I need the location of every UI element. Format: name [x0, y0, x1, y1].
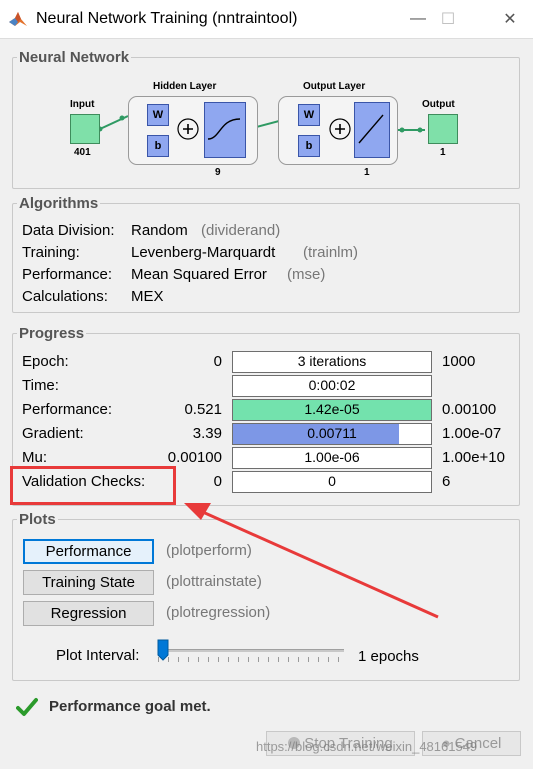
plot-trainstate-func: (plottrainstate): [166, 573, 262, 590]
output-bias-node: b: [298, 135, 320, 157]
window-title: Neural Network Training (nntraintool): [36, 10, 298, 27]
output-sum-icon: [329, 118, 351, 140]
plot-performance-button[interactable]: Performance: [23, 539, 154, 564]
close-icon[interactable]: ✕: [487, 0, 533, 38]
plot-performance-func: (plotperform): [166, 542, 252, 559]
hidden-layer-label: Hidden Layer: [153, 81, 217, 92]
output-node: [428, 114, 458, 144]
plot-interval-label: Plot Interval:: [56, 647, 140, 664]
plot-trainstate-button[interactable]: Training State: [23, 570, 154, 595]
progress-end-mu: 1.00e+10: [442, 449, 505, 466]
output-size: 1: [440, 147, 446, 158]
progress-start-epoch: 0: [213, 353, 222, 370]
input-size: 401: [74, 147, 91, 158]
progress-value-validation: 0: [328, 473, 336, 489]
progress-start-performance: 0.521: [184, 401, 222, 418]
algo-func-division: (dividerand): [201, 222, 281, 239]
progress-value-mu: 1.00e-06: [304, 449, 360, 465]
progress-label-epoch: Epoch:: [22, 353, 69, 370]
plot-interval-value: 1 epochs: [358, 648, 419, 665]
validation-highlight-box: [10, 466, 176, 505]
network-section-title: Neural Network: [17, 49, 132, 66]
network-diagram: [97, 114, 425, 147]
hidden-size: 9: [215, 167, 221, 178]
algo-func-training: (trainlm): [303, 244, 358, 261]
progress-bar-epoch: 3 iterations: [232, 351, 432, 373]
input-node: [70, 114, 100, 144]
input-label: Input: [70, 99, 95, 110]
status-message: Performance goal met.: [49, 698, 211, 715]
progress-start-gradient: 3.39: [192, 425, 222, 442]
hidden-weight-node: W: [147, 104, 169, 126]
progress-value-epoch: 3 iterations: [297, 353, 367, 369]
slider-thumb-icon[interactable]: [157, 639, 169, 661]
progress-value-gradient: 0.00711: [307, 425, 357, 441]
progress-label-gradient: Gradient:: [22, 425, 84, 442]
plot-regression-button[interactable]: Regression: [23, 601, 154, 626]
plot-interval-slider[interactable]: [158, 649, 344, 652]
hidden-bias-node: b: [147, 135, 169, 157]
output-layer-label: Output Layer: [303, 81, 366, 92]
output-weight-node: W: [298, 104, 320, 126]
plots-section-title: Plots: [17, 511, 58, 528]
plot-regression-func: (plotregression): [166, 604, 271, 621]
progress-section-title: Progress: [17, 325, 87, 342]
watermark-text: https://blog.csdn.net/weixin_48161549: [256, 739, 478, 754]
maximize-icon[interactable]: ☐: [425, 0, 471, 38]
progress-bar-performance: 1.42e-05: [232, 399, 432, 421]
matlab-logo-icon: [9, 12, 27, 26]
checkmark-icon: [16, 698, 38, 716]
algo-value-division: Random: [131, 222, 188, 239]
output-layer-size: 1: [364, 167, 370, 178]
algo-label-calculations: Calculations:: [22, 288, 108, 305]
algo-value-calculations: MEX: [131, 288, 164, 305]
algo-value-performance: Mean Squared Error: [131, 266, 267, 283]
progress-value-performance: 1.42e-05: [304, 401, 360, 417]
slider-ticks: [158, 657, 344, 663]
progress-bar-validation: 0: [232, 471, 432, 493]
progress-bar-mu: 1.00e-06: [232, 447, 432, 469]
algo-label-training: Training:: [22, 244, 80, 261]
progress-end-validation: 6: [442, 473, 451, 490]
progress-value-time: 0:00:02: [308, 377, 356, 393]
progress-bar-time: 0:00:02: [232, 375, 432, 397]
algo-label-division: Data Division:: [22, 222, 115, 239]
progress-end-epoch: 1000: [442, 353, 476, 370]
progress-label-mu: Mu:: [22, 449, 48, 466]
progress-end-gradient: 1.00e-07: [442, 425, 502, 442]
progress-start-mu: 0.00100: [167, 449, 222, 466]
algo-func-performance: (mse): [287, 266, 326, 283]
output-label: Output: [422, 99, 455, 110]
progress-end-performance: 0.00100: [442, 401, 497, 418]
tansig-icon: [207, 118, 241, 140]
algo-value-training: Levenberg-Marquardt: [131, 244, 276, 261]
algo-label-performance: Performance:: [22, 266, 113, 283]
progress-bar-gradient: 0.00711: [232, 423, 432, 445]
algorithms-section-title: Algorithms: [17, 195, 101, 212]
progress-label-performance: Performance:: [22, 401, 113, 418]
hidden-sum-icon: [177, 118, 199, 140]
purelin-icon: [358, 114, 384, 144]
progress-label-time: Time:: [22, 377, 59, 394]
